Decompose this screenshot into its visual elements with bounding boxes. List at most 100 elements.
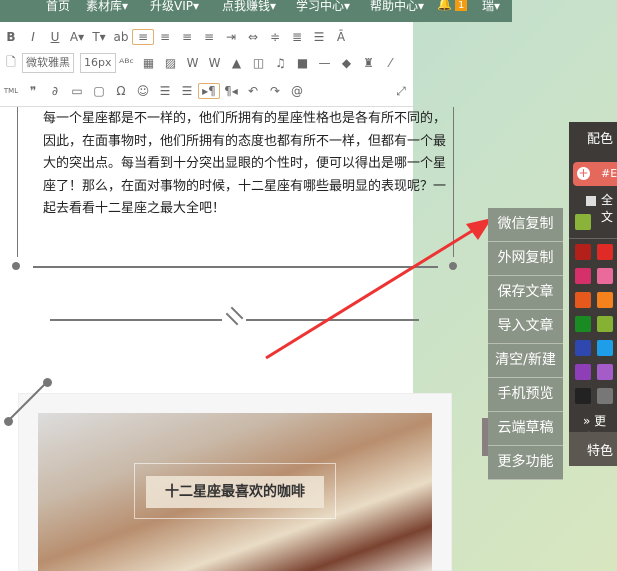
red-arrow	[265, 218, 492, 360]
nav-help[interactable]: 帮助中心▾	[370, 0, 424, 14]
special-tab[interactable]: 特色	[587, 440, 613, 459]
music-icon[interactable]: ♫	[270, 56, 292, 70]
fullscreen-icon[interactable]: ⤢	[390, 84, 412, 99]
color-swatch[interactable]	[575, 292, 591, 308]
spacing-icon[interactable]: ⇔	[242, 30, 264, 44]
font-family-select[interactable]: 微软雅黑	[22, 53, 74, 73]
hr-icon[interactable]: —	[314, 56, 336, 70]
image-title: 十二星座最喜欢的咖啡	[146, 476, 324, 508]
line-height-icon[interactable]: ≑	[264, 30, 286, 44]
picture-icon[interactable]: ▲	[226, 56, 248, 70]
search-replace-icon[interactable]: @	[286, 84, 308, 98]
color-swatch[interactable]	[575, 388, 591, 404]
color-swatch[interactable]	[575, 244, 591, 260]
nav-materials[interactable]: 素材库▾	[86, 0, 128, 14]
ordered-list-icon[interactable]: ☰	[154, 84, 176, 98]
notification-badge: 1	[455, 0, 468, 11]
justify-icon[interactable]: ≡	[198, 30, 220, 44]
video-icon[interactable]: ■	[292, 56, 314, 70]
bold-icon[interactable]: B	[0, 30, 22, 44]
cloud-draft-button[interactable]: 云端草稿	[488, 412, 563, 446]
import-article-button[interactable]: 导入文章	[488, 310, 563, 344]
toolbar-row-3: TML ❞ ∂ ▭ ▢ Ω ☺ ☰ ☰ ▸¶ ¶◂ ↶ ↷ @ ⤢	[0, 78, 406, 104]
ltr-icon[interactable]: ▸¶	[198, 83, 220, 99]
chevron-down-icon: »	[583, 414, 591, 428]
indent-icon[interactable]: ⇥	[220, 30, 242, 44]
color-swatch[interactable]	[575, 340, 591, 356]
align-left-icon[interactable]: ≡	[132, 29, 154, 45]
color-swatch[interactable]	[597, 244, 613, 260]
image-title-box: 十二星座最喜欢的咖啡	[134, 463, 336, 519]
color-swatch[interactable]	[597, 388, 613, 404]
eraser-icon[interactable]: ◆	[336, 56, 358, 70]
italic-icon[interactable]: I	[22, 30, 44, 44]
save-article-button[interactable]: 保存文章	[488, 276, 563, 310]
bg-color-icon[interactable]: T▾	[88, 30, 110, 44]
row-spacing-icon[interactable]: ☰	[308, 30, 330, 44]
nav-earn[interactable]: 点我赚钱▾	[222, 0, 276, 14]
template-icon[interactable]: ▭	[66, 84, 88, 98]
rtl-icon[interactable]: ¶◂	[220, 84, 242, 98]
emoji-icon[interactable]: ☺	[132, 84, 154, 98]
nav-vip[interactable]: 升级VIP▾	[150, 0, 199, 14]
divider-left	[50, 319, 222, 321]
panel-divider	[569, 238, 617, 239]
decor-dot	[43, 378, 52, 387]
redo-icon[interactable]: ↷	[264, 84, 286, 98]
toolbar-row-1: B I U A▾ T▾ ab ≡ ≡ ≡ ≡ ⇥ ⇔ ≑ ≣ ☰ Ā	[0, 24, 352, 50]
align-center-icon[interactable]: ≡	[154, 30, 176, 44]
bg-icon[interactable]: ▢	[88, 84, 110, 98]
clear-new-button[interactable]: 清空/新建	[488, 344, 563, 378]
top-nav: 首页 素材库▾ 升级VIP▾ 点我赚钱▾ 学习中心▾ 帮助中心▾ 🔔 1 瑞▾	[0, 0, 512, 22]
apply-all-label: 全文	[601, 193, 614, 224]
more-functions-button[interactable]: 更多功能	[488, 446, 563, 480]
recent-swatch[interactable]	[575, 214, 591, 230]
link-icon[interactable]: ∂	[44, 84, 66, 98]
decor-dot	[12, 262, 20, 270]
apply-all-checkbox[interactable]	[586, 196, 596, 206]
gallery-icon[interactable]: ◫	[248, 56, 270, 70]
add-color-icon[interactable]: +	[577, 167, 590, 180]
image-icon[interactable]: ▨	[160, 56, 182, 70]
color-panel: 配色 #EF + 全文 » 更多 特色	[569, 122, 617, 466]
color-swatch[interactable]	[575, 268, 591, 284]
side-menu: 微信复制 外网复制 保存文章 导入文章 清空/新建 手机预览 云端草稿 更多功能	[488, 208, 563, 480]
frame-left	[17, 107, 18, 257]
font-size-select[interactable]: 16px	[80, 53, 116, 73]
bell-icon[interactable]: 🔔	[437, 0, 452, 11]
unordered-list-icon[interactable]: ☰	[176, 84, 198, 98]
word-import-icon[interactable]: W	[204, 56, 226, 70]
magic-icon[interactable]: ⁄	[380, 56, 402, 70]
color-swatch[interactable]	[597, 292, 613, 308]
para-spacing-icon[interactable]: ≣	[286, 30, 308, 44]
underline-icon[interactable]: U	[44, 30, 66, 44]
table-icon[interactable]: ▦	[138, 56, 160, 70]
color-swatch[interactable]	[597, 316, 613, 332]
quote-icon[interactable]: ❞	[22, 84, 44, 98]
color-swatch[interactable]	[597, 340, 613, 356]
new-doc-icon[interactable]: 🗋	[0, 53, 22, 74]
nav-home[interactable]: 首页	[46, 0, 70, 14]
toolbar-row-2: 🗋 微软雅黑 16px ᴬᴮᶜ ▦ ▨ W W ▲ ◫ ♫ ■ — ◆ ♜ ⁄	[0, 50, 402, 76]
color-swatch[interactable]	[575, 364, 591, 380]
word-icon[interactable]: W	[182, 56, 204, 70]
strike-icon[interactable]: ᴬᴮᶜ	[116, 56, 138, 70]
undo-icon[interactable]: ↶	[242, 84, 264, 98]
color-swatch[interactable]	[597, 268, 613, 284]
font-color-icon[interactable]: A▾	[66, 30, 88, 44]
color-swatch[interactable]	[597, 364, 613, 380]
align-right-icon[interactable]: ≡	[176, 30, 198, 44]
text-case-icon[interactable]: Ā	[330, 30, 352, 44]
nav-learn[interactable]: 学习中心▾	[296, 0, 350, 14]
omega-icon[interactable]: Ω	[110, 84, 132, 98]
brush-icon[interactable]: ♜	[358, 56, 380, 70]
html-icon[interactable]: TML	[0, 87, 22, 95]
highlight-icon[interactable]: ab	[110, 30, 132, 44]
decor-dot	[4, 417, 13, 426]
external-copy-button[interactable]: 外网复制	[488, 242, 563, 276]
mobile-preview-button[interactable]: 手机预览	[488, 378, 563, 412]
user-menu[interactable]: 瑞▾	[482, 0, 500, 14]
wechat-copy-button[interactable]: 微信复制	[488, 208, 563, 242]
article-paragraph[interactable]: 每一个星座都是不一样的，他们所拥有的星座性格也是各有所不同的，因此，在面事物时，…	[43, 108, 453, 221]
color-swatch[interactable]	[575, 316, 591, 332]
